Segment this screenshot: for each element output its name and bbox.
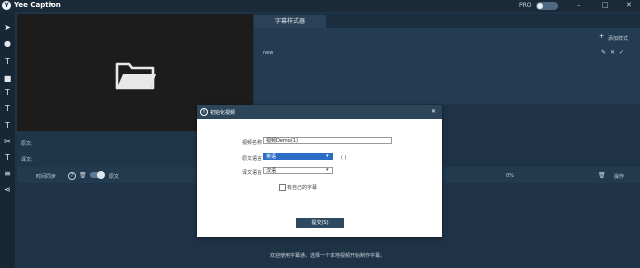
- split-icon[interactable]: T: [2, 152, 13, 163]
- share-icon[interactable]: ⋖: [2, 184, 13, 195]
- source-language-select[interactable]: 英语: [263, 153, 333, 160]
- edit-icon[interactable]: ✎: [601, 49, 606, 56]
- video-name-label: 视频名称: [242, 140, 263, 146]
- source-language-hint: ( ): [341, 155, 347, 161]
- style-panel: [254, 28, 640, 104]
- folder-icon[interactable]: [115, 58, 157, 92]
- pro-toggle-knob: [537, 3, 543, 9]
- own-subtitle-checkbox[interactable]: [279, 184, 286, 191]
- welcome-tip: 欢迎使用字幕通，选择一个本地视频开始制作字幕。: [270, 253, 386, 259]
- add-style-button[interactable]: 添加样式: [608, 35, 628, 42]
- progress-label: 0%: [506, 173, 514, 179]
- pro-label: PRO: [519, 2, 532, 9]
- time-sync-label: 时间同步: [36, 174, 57, 180]
- text-box-icon[interactable]: T: [2, 87, 13, 98]
- app-logo: Y: [2, 1, 11, 10]
- cursor-icon[interactable]: ➤: [2, 22, 13, 33]
- video-name-input[interactable]: 视频Demo(1): [263, 137, 392, 144]
- app-title: Yee Caption: [14, 1, 61, 9]
- dialog-close-icon[interactable]: ✕: [431, 108, 436, 115]
- lines-icon[interactable]: ≡: [2, 168, 13, 179]
- source-language-label: 原文语言: [242, 156, 263, 162]
- trash-icon[interactable]: 🗑: [598, 172, 606, 179]
- text-t-box-icon[interactable]: T: [2, 120, 13, 131]
- style-item[interactable]: new: [263, 50, 273, 56]
- square-icon[interactable]: ■: [2, 73, 13, 84]
- add-icon[interactable]: +: [599, 33, 604, 40]
- own-subtitle-label: 有自己的字幕: [287, 185, 318, 191]
- help-icon[interactable]: ?: [68, 172, 76, 180]
- minimize-button[interactable]: –: [577, 1, 581, 9]
- translation-language-label: 译文语言: [242, 170, 263, 176]
- submit-button[interactable]: 提交(S): [296, 218, 344, 228]
- text-t-alt-icon[interactable]: T: [2, 103, 13, 114]
- app-menu-chevron-down-icon[interactable]: ▾: [50, 1, 53, 8]
- chevron-down-icon[interactable]: ▾: [326, 153, 329, 159]
- source-text-label: 原文:: [21, 141, 33, 147]
- close-button[interactable]: ✕: [626, 1, 632, 9]
- delete-icon[interactable]: ✕: [610, 49, 615, 56]
- check-icon[interactable]: ✓: [619, 49, 624, 56]
- chevron-down-icon[interactable]: ▾: [326, 167, 329, 173]
- text-t-icon[interactable]: T: [2, 56, 13, 67]
- maximize-button[interactable]: □: [602, 1, 609, 9]
- source-toggle-knob: [97, 171, 105, 179]
- dialog-title: 初始化视频: [210, 110, 236, 116]
- translation-language-select[interactable]: 汉语: [263, 167, 333, 174]
- tab-subtitle-styles[interactable]: 字幕样式器: [254, 15, 326, 28]
- source-toggle-label: 原文: [109, 174, 120, 180]
- trash-icon[interactable]: 🗑: [79, 172, 87, 179]
- cut-icon[interactable]: ✂: [2, 136, 13, 147]
- action-label: 操作: [614, 174, 625, 180]
- dialog-logo-icon: Y: [200, 108, 208, 116]
- mic-icon[interactable]: ●: [2, 38, 13, 49]
- translation-text-label: 译文:: [21, 157, 33, 163]
